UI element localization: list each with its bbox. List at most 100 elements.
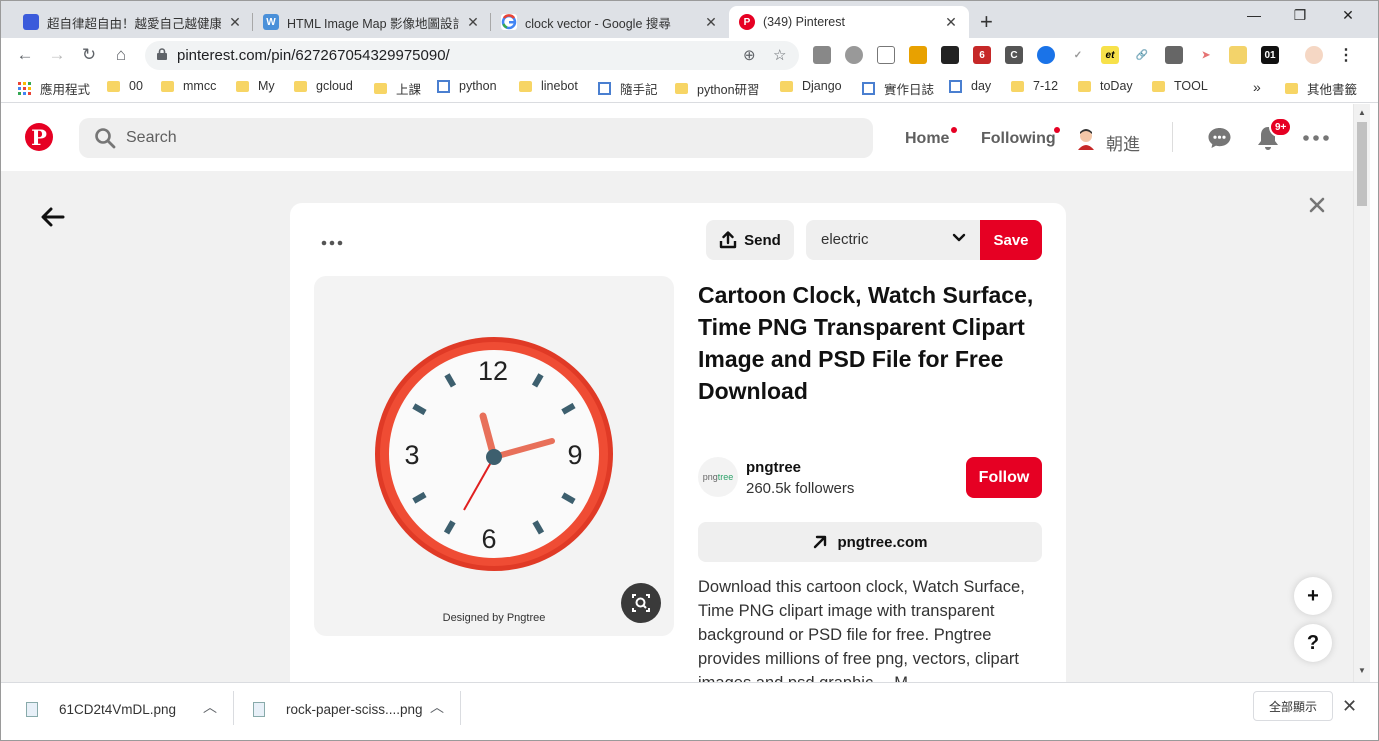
close-icon[interactable] [1307,191,1327,222]
shield-extension-icon[interactable]: 6 [973,46,991,64]
image-watermark: Designed by Pngtree [442,612,546,624]
pin-closeup-area: Send electric Save 12 3 9 6 Designed by … [1,171,1353,682]
bookmark-folder[interactable]: python研習 [675,79,760,98]
publisher-name[interactable]: pngtree [746,459,801,476]
add-icon[interactable]: ⊕ [743,46,756,64]
minimize-icon[interactable]: — [1231,7,1277,23]
arrow-up-right-icon [814,535,827,549]
bookmark-apps[interactable]: 應用程式 [18,79,90,98]
chat-bubble-icon [23,14,39,30]
bookmark-page[interactable]: python [437,79,497,93]
dark-extension-icon[interactable] [941,46,959,64]
et-extension-icon[interactable]: et [1101,46,1119,64]
share-icon [719,231,737,249]
publisher-avatar[interactable]: png tree [698,457,738,497]
01-extension-icon[interactable]: 01 [1261,46,1279,64]
pin-image[interactable]: 12 3 9 6 Designed by Pngtree [314,276,674,636]
help-button[interactable]: ? [1294,624,1332,662]
page-scrollbar[interactable]: ▲ ▼ [1353,104,1370,682]
bookmark-folder[interactable]: Django [780,79,842,93]
bookmark-folder[interactable]: mmcc [161,79,216,93]
close-icon[interactable]: ✕ [465,14,481,31]
save-button[interactable]: Save [980,220,1042,260]
bookmark-folder[interactable]: 00 [107,79,143,93]
qcode-extension-icon[interactable] [909,46,927,64]
sphere-extension-icon[interactable] [845,46,863,64]
pinterest-logo-icon[interactable]: P [25,123,53,151]
profile-avatar-icon[interactable] [1305,46,1323,64]
maximize-icon[interactable]: ❐ [1277,7,1323,24]
show-all-downloads-button[interactable]: 全部顯示 [1253,691,1333,721]
bookmark-folder[interactable]: 7-12 [1011,79,1058,93]
bookmark-page[interactable]: day [949,79,991,93]
bookmark-label: 應用程式 [40,83,91,97]
download-divider [460,691,461,725]
back-icon[interactable]: ← [13,43,37,67]
nav-user[interactable]: 朝進 [1106,130,1140,155]
avatar[interactable] [1076,128,1096,150]
send-button[interactable]: Send [706,220,794,260]
new-tab-button[interactable]: + [980,9,993,35]
bookmark-folder[interactable]: toDay [1078,79,1133,93]
bookmark-folder[interactable]: 上課 [374,79,421,98]
svg-text:3: 3 [404,440,419,470]
star-icon[interactable]: ☆ [773,46,786,64]
window-close-icon[interactable]: ✕ [1325,7,1371,24]
visual-search-icon[interactable] [621,583,661,623]
search-bar[interactable] [79,118,873,158]
c-extension-icon[interactable]: C [1005,46,1023,64]
tab-google-search[interactable]: clock vector - Google 搜尋 ✕ [491,6,729,38]
download-item[interactable]: 61CD2t4VmDL.png [26,683,176,735]
follow-button[interactable]: Follow [966,457,1042,498]
note-extension-icon[interactable] [1229,46,1247,64]
close-icon[interactable]: ✕ [1342,696,1357,717]
close-icon[interactable]: ✕ [703,14,719,31]
more-options-icon[interactable] [1303,135,1329,141]
home-icon[interactable]: ⌂ [109,43,133,67]
link-extension-icon[interactable]: 🔗 [1133,46,1151,64]
v-extension-icon[interactable] [1165,46,1183,64]
scroll-down-icon[interactable]: ▼ [1358,666,1366,675]
tab-title: 超自律超自由！越愛自己越健康 [47,16,221,31]
scroll-up-icon[interactable]: ▲ [1358,108,1366,117]
scrollbar-thumb[interactable] [1357,122,1367,206]
reload-icon[interactable]: ↻ [77,43,101,67]
chevron-up-icon[interactable]: ︿ [203,697,217,717]
bookmark-page[interactable]: 實作日誌 [862,79,934,98]
nav-following[interactable]: Following [981,130,1056,148]
pin-more-options-icon[interactable] [321,229,343,252]
close-icon[interactable]: ✕ [943,14,959,31]
back-arrow-icon[interactable] [39,203,65,234]
tab-pinterest[interactable]: P (349) Pinterest ✕ [729,6,969,38]
camera-extension-icon[interactable] [813,46,831,64]
close-icon[interactable]: ✕ [227,14,243,31]
download-item[interactable]: rock-paper-sciss....png [253,683,423,735]
bookmark-folder[interactable]: linebot [519,79,578,93]
owl-extension-icon[interactable] [877,46,895,64]
nav-home[interactable]: Home [905,130,949,148]
address-bar[interactable]: pinterest.com/pin/627267054329975090/ ⊕ … [145,41,799,70]
tab-blog[interactable]: 超自律超自由！越愛自己越健康 ✕ [13,6,253,38]
bookmark-folder[interactable]: gcloud [294,79,353,93]
bookmarks-overflow-button[interactable]: » [1253,79,1261,95]
circle-extension-icon[interactable] [1037,46,1055,64]
board-selector[interactable]: electric [806,220,980,260]
browser-window: 超自律超自由！越愛自己越健康 ✕ W HTML Image Map 影像地圖設計… [0,0,1379,741]
bookmark-folder[interactable]: TOOL [1152,79,1208,93]
visit-site-button[interactable]: pngtree.com [698,522,1042,562]
search-input[interactable] [126,127,826,149]
check-extension-icon[interactable]: ✓ [1069,46,1087,64]
menu-icon[interactable]: ⋮ [1337,46,1355,64]
forward-icon[interactable]: → [45,43,69,67]
tab-strip: 超自律超自由！越愛自己越健康 ✕ W HTML Image Map 影像地圖設計… [1,1,1378,38]
bookmark-other[interactable]: 其他書籤 [1285,79,1357,98]
bookmark-page[interactable]: 隨手記 [598,79,658,98]
messages-icon[interactable] [1207,126,1232,150]
bookmark-folder[interactable]: My [236,79,275,93]
extension-badge: 6 [979,49,985,61]
arrow-extension-icon[interactable]: ➤ [1197,46,1215,64]
tab-image-map[interactable]: W HTML Image Map 影像地圖設計 ✕ [253,6,491,38]
folder-icon [780,80,793,92]
add-button[interactable]: + [1294,577,1332,615]
chevron-up-icon[interactable]: ︿ [430,697,444,717]
